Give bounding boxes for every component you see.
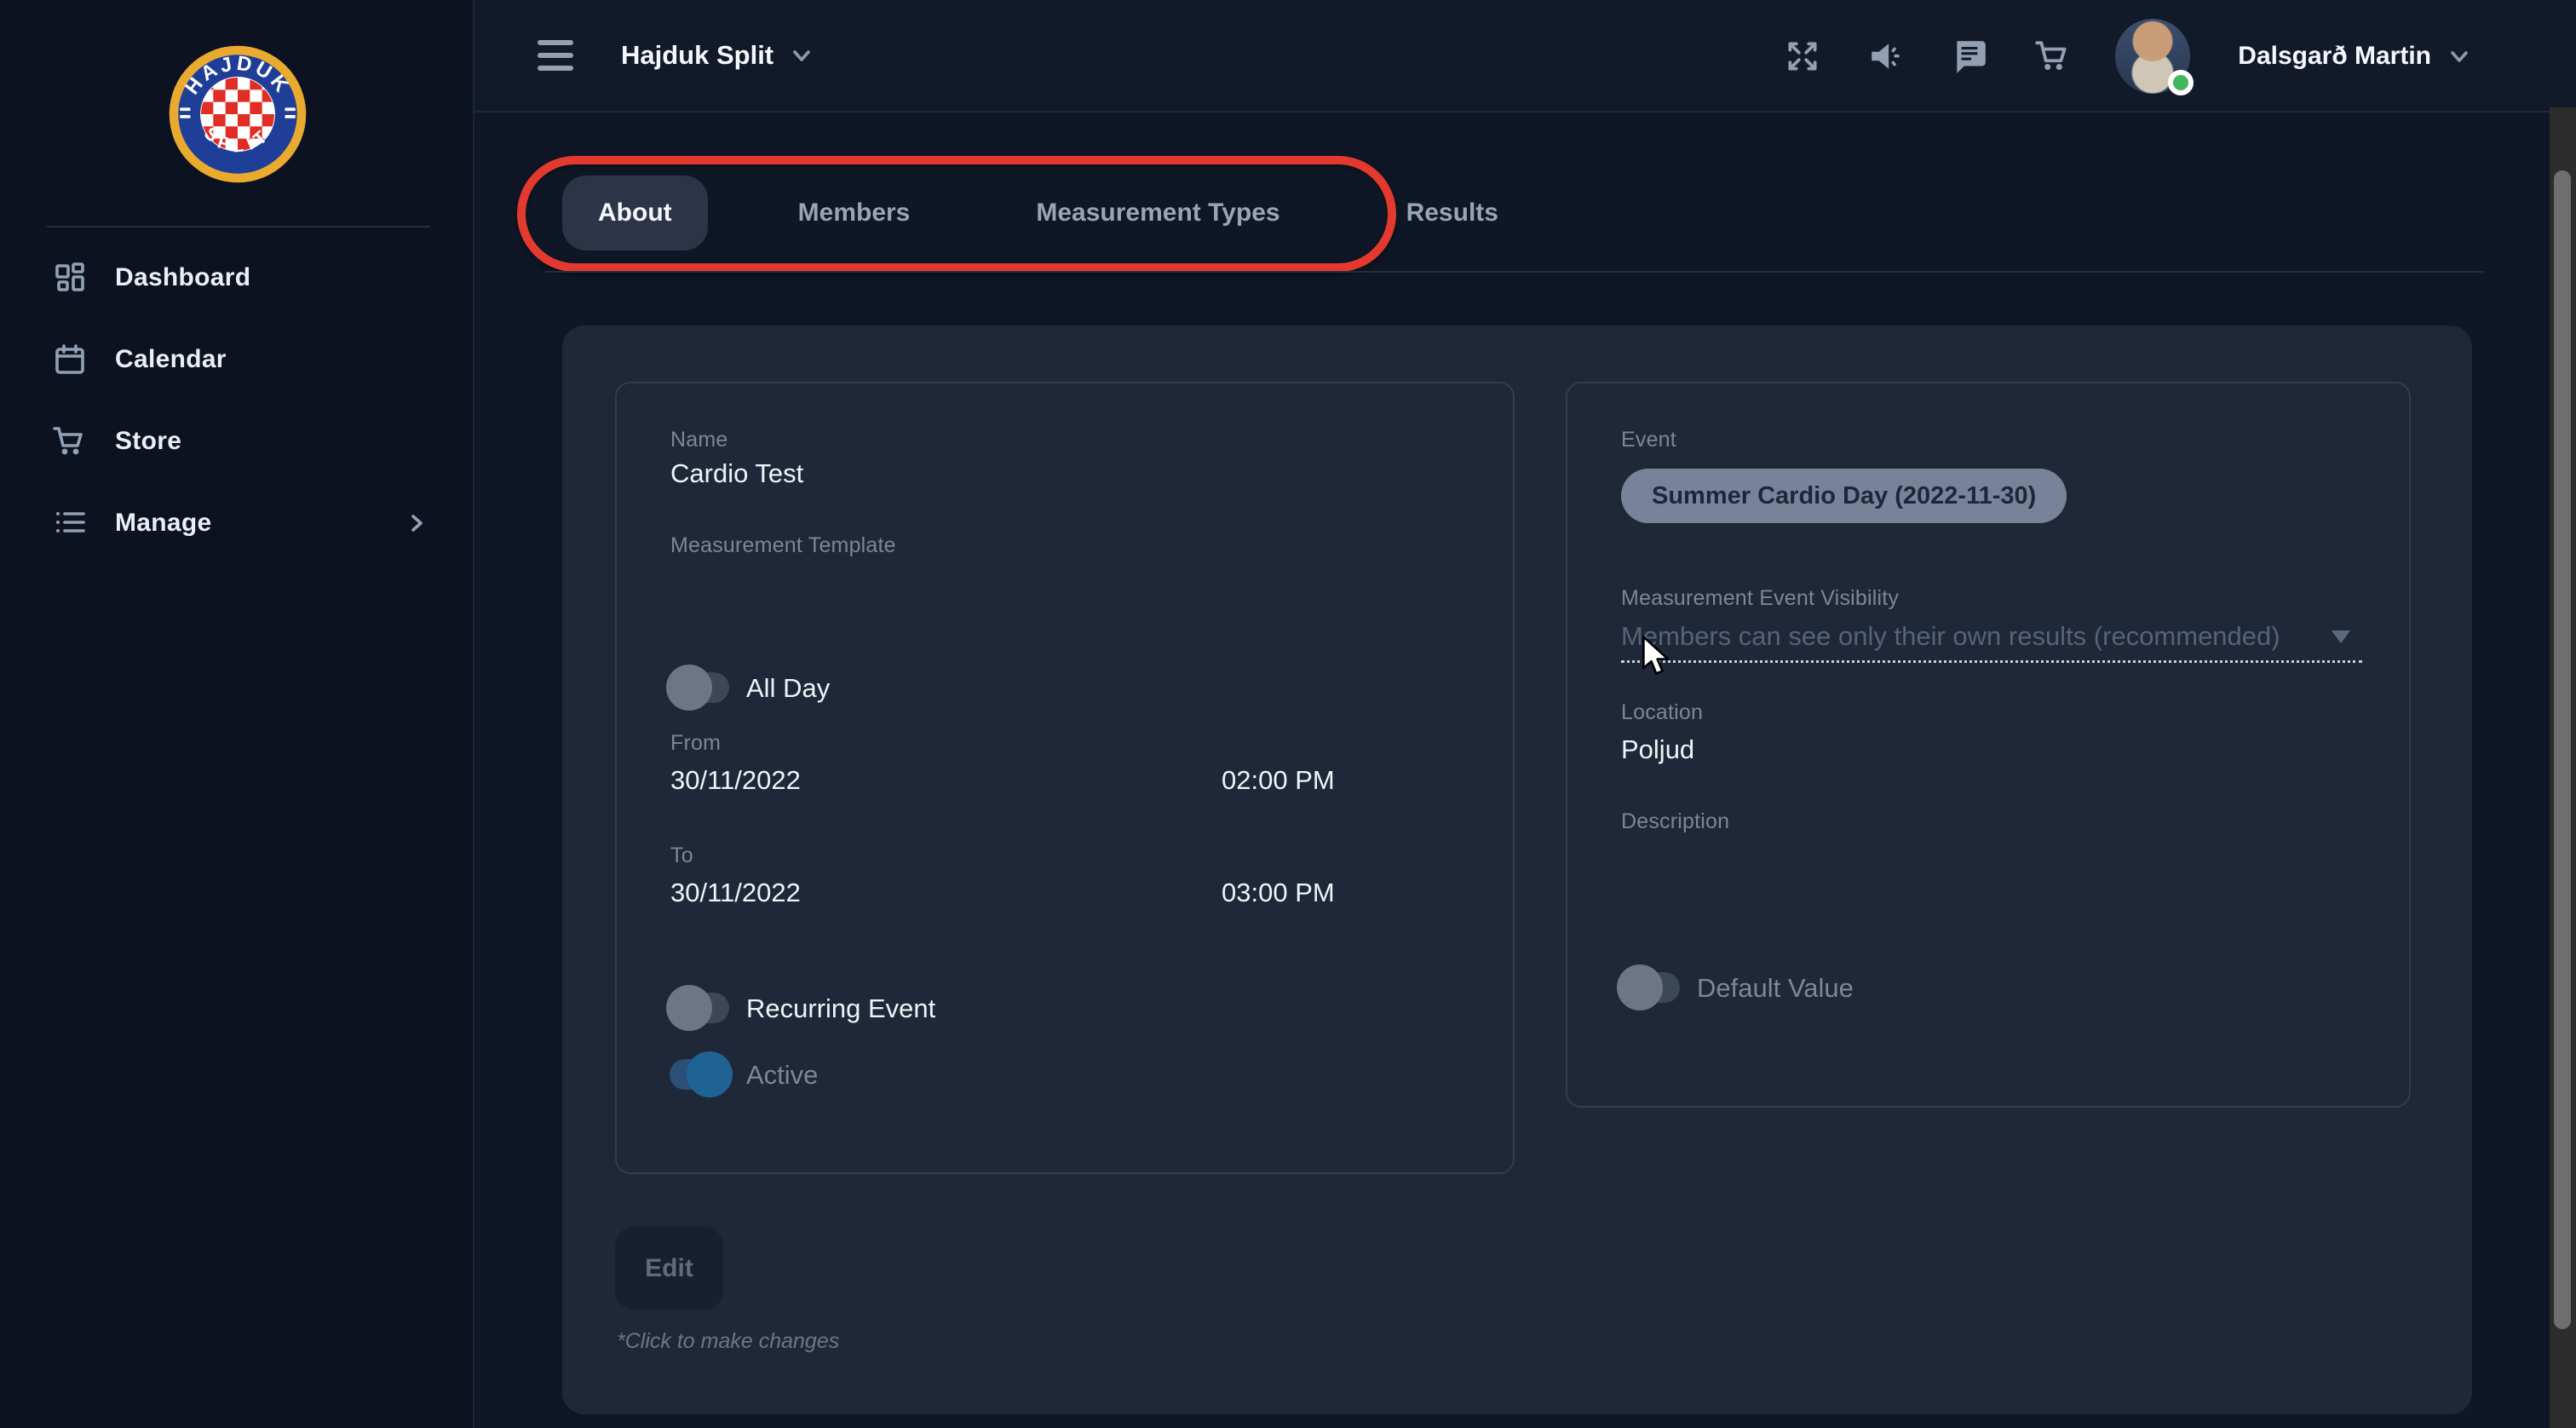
active-toggle[interactable] [668, 1051, 731, 1097]
chevron-right-icon [403, 510, 430, 537]
tab-results[interactable]: Results [1371, 176, 1534, 250]
scrollbar-track[interactable] [2550, 107, 2576, 1428]
event-tabs: About Members Measurement Types Results [562, 176, 1534, 250]
location-value: Poljud [1621, 734, 1694, 765]
name-value: Cardio Test [670, 458, 803, 489]
megaphone-icon[interactable] [1866, 37, 1906, 76]
chat-icon[interactable] [1950, 37, 1989, 76]
default-value-label: Default Value [1697, 973, 1854, 1004]
sidebar-item-store[interactable]: Store [0, 416, 474, 467]
fullscreen-icon[interactable] [1783, 37, 1822, 76]
event-details-card: Name Cardio Test Measurement Template Al… [615, 382, 1515, 1174]
cart-icon[interactable] [2033, 37, 2073, 76]
active-label: Active [746, 1060, 818, 1091]
from-time-value: 02:00 PM [1222, 765, 1335, 796]
from-date-value: 30/11/2022 [670, 765, 801, 796]
tabs-divider [545, 271, 2484, 273]
event-label: Event [1621, 428, 1676, 452]
recurring-event-toggle[interactable] [668, 985, 731, 1031]
visibility-selected-value: Members can see only their own results (… [1621, 621, 2280, 651]
team-name: Hajduk Split [621, 40, 773, 71]
from-label: From [670, 731, 721, 756]
to-label: To [670, 844, 693, 868]
scrollbar-thumb[interactable] [2554, 170, 2571, 1329]
chevron-down-icon [787, 41, 816, 70]
cart-icon [51, 423, 89, 460]
to-date-value: 30/11/2022 [670, 878, 801, 908]
visibility-label: Measurement Event Visibility [1621, 586, 1899, 611]
club-logo: HAJDUK SPLIT [0, 41, 474, 187]
measurement-template-label: Measurement Template [670, 533, 896, 558]
location-label: Location [1621, 700, 1703, 725]
event-chip: Summer Cardio Day (2022-11-30) [1621, 469, 2067, 523]
list-icon [51, 504, 89, 542]
sidebar-item-label: Dashboard [115, 263, 250, 292]
sidebar: HAJDUK SPLIT Dashboard C [0, 0, 474, 1428]
about-panel: Name Cardio Test Measurement Template Al… [562, 325, 2472, 1414]
page: { "app": { "team_name": "Hajduk Split", … [0, 0, 2576, 1428]
sidebar-nav: Dashboard Calendar Store Manage [0, 252, 474, 579]
sidebar-item-calendar[interactable]: Calendar [0, 334, 474, 385]
user-name: Dalsgarð Martin [2238, 42, 2431, 71]
all-day-label: All Day [746, 673, 830, 704]
sidebar-item-dashboard[interactable]: Dashboard [0, 252, 474, 303]
dropdown-caret-icon [2332, 631, 2350, 643]
user-menu[interactable]: Dalsgarð Martin [2238, 42, 2474, 71]
sidebar-item-label: Store [115, 427, 181, 456]
chevron-down-icon [2445, 42, 2474, 71]
top-bar-actions: Dalsgarð Martin [1783, 0, 2474, 112]
edit-button[interactable]: Edit [615, 1227, 723, 1310]
tab-measurement-types[interactable]: Measurement Types [1000, 176, 1315, 250]
menu-toggle-button[interactable] [538, 40, 573, 71]
to-time-value: 03:00 PM [1222, 878, 1335, 908]
top-bar: Hajduk Split Dalsgarð Martin [474, 0, 2576, 112]
name-label: Name [670, 428, 728, 452]
hajduk-split-crest-icon: HAJDUK SPLIT [164, 41, 311, 187]
visibility-select[interactable]: Members can see only their own results (… [1621, 615, 2362, 663]
sidebar-item-manage[interactable]: Manage [0, 498, 474, 549]
edit-footnote: *Click to make changes [617, 1329, 839, 1354]
default-value-toggle[interactable] [1619, 964, 1682, 1011]
team-switcher[interactable]: Hajduk Split [621, 40, 816, 71]
tab-about[interactable]: About [562, 176, 708, 250]
user-avatar[interactable] [2115, 19, 2190, 94]
recurring-event-label: Recurring Event [746, 993, 935, 1024]
sidebar-item-label: Manage [115, 509, 212, 538]
sidebar-item-label: Calendar [115, 345, 227, 374]
all-day-toggle[interactable] [668, 665, 731, 711]
online-status-dot [2168, 70, 2194, 95]
calendar-icon [51, 341, 89, 378]
dashboard-icon [51, 259, 89, 297]
event-meta-card: Event Summer Cardio Day (2022-11-30) Mea… [1566, 382, 2411, 1108]
description-label: Description [1621, 809, 1729, 834]
tab-members[interactable]: Members [762, 176, 946, 250]
sidebar-divider [47, 226, 430, 227]
